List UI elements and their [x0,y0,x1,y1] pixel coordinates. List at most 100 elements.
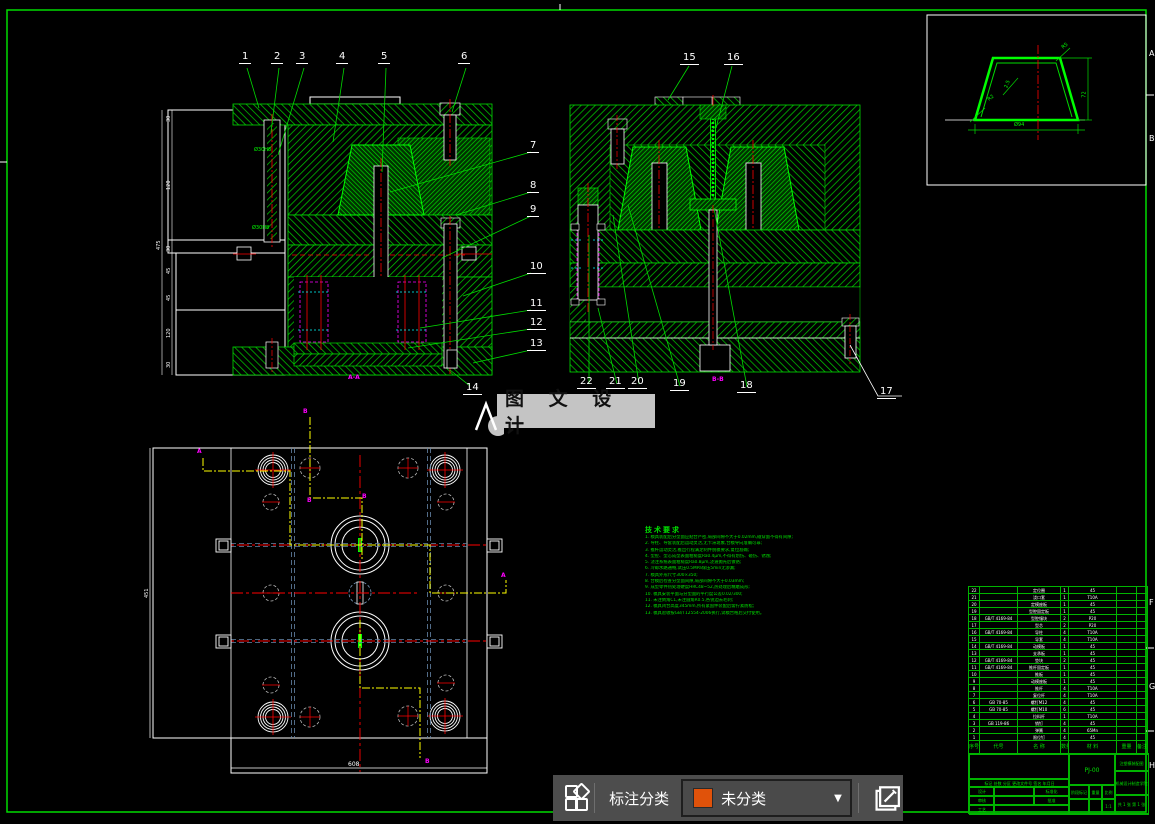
parts-list-cell [979,600,1018,608]
parts-list-cell: 定模座板 [1017,600,1061,608]
note-line: 13. 模具验收按GB/T12554-2006执行,试模合格后交付使用。 [645,610,765,616]
parts-list-cell: 9 [968,677,980,685]
parts-list-row: 2 弹簧 4 65Mn [968,726,1148,734]
callout-label: 10 [527,262,546,274]
parts-list-cell [1136,698,1148,706]
parts-list-cell [1136,607,1148,615]
parts-list-cell [1136,663,1148,671]
parts-list-cell: 11 [968,663,980,671]
zone-letter: A [1149,49,1155,58]
parts-list-cell: 45 [1068,705,1117,713]
parts-list-cell: GB/T 4169-84 [979,656,1018,664]
parts-list-cell: T10A [1068,635,1117,643]
parts-list-cell: P20 [1068,621,1117,629]
parts-list-row: 10 推板 1 45 [968,670,1148,678]
parts-list-cell [1116,586,1137,594]
category-dropdown[interactable]: 未分类 ▼ [681,779,852,817]
parts-list-cell: 型腔镶块 [1017,614,1061,622]
callout-label: 18 [737,381,756,393]
cad-canvas[interactable]: 1 2 3 4 5 6 7 8 9 10 11 12 13 14 15 16 1… [0,0,1155,824]
section-mark-b: B [307,497,312,504]
parts-list-cell: 21 [968,593,980,601]
parts-list-cell [979,684,1018,692]
parts-list-cell [1136,649,1148,657]
parts-list-row: 1 限位钉 4 45 [968,733,1148,741]
parts-list-row: 7 复位杆 4 T10A [968,691,1148,699]
parts-list-cell: P20 [1068,614,1117,622]
drawing-number: PJ-00 [1068,754,1116,786]
stage-value [1068,798,1090,815]
annotation-toolbar: 标注分类 未分类 ▼ [553,775,903,821]
parts-list-cell [1116,691,1137,699]
parts-list-cell: 4 [1060,684,1069,692]
parts-list-row: 13 支承板 1 45 [968,649,1148,657]
parts-list-cell: 45 [1068,677,1117,685]
parts-list-cell: 1 [1060,593,1069,601]
section-mark-b: B [362,493,367,500]
parts-list-cell: 45 [1068,642,1117,650]
parts-list-row: 15 导套 4 T10A [968,635,1148,643]
parts-list-cell [979,607,1018,615]
categories-icon[interactable] [565,782,591,811]
watermark-text: 图 文 设 计 [505,388,621,437]
parts-list-cell [1136,691,1148,699]
edit-annotation-icon[interactable] [873,781,903,815]
callout-label: 14 [463,383,482,395]
dim-text: 45 [166,294,172,301]
parts-list-cell: 7 [968,691,980,699]
parts-list-cell: 6 [968,698,980,706]
callout-label: 6 [458,52,471,64]
parts-list-cell: 22 [968,586,980,594]
callout-label: 11 [527,299,546,311]
parts-list-cell [979,726,1018,734]
parts-list-cell [979,712,1018,720]
fit-label: Ø30H8 [254,147,272,153]
parts-list-row: 20 定模座板 1 45 [968,600,1148,608]
parts-list-cell [1136,677,1148,685]
parts-list-cell [979,635,1018,643]
parts-list-cell: GB/T 4169-84 [979,614,1018,622]
parts-list-cell [1136,684,1148,692]
parts-list-cell [979,586,1018,594]
toolbar-divider [857,783,859,813]
parts-list-cell [1116,670,1137,678]
parts-list-cell [979,733,1018,741]
technical-notes: 技术要求 1. 模具装配后分型面应贴合严密,局部间隙不大于0.02mm,碰穿面不… [645,526,821,617]
parts-list-cell: 动模座板 [1017,677,1061,685]
parts-list-row: 19 型腔固定板 1 45 [968,607,1148,615]
parts-list-cell: T10A [1068,628,1117,636]
parts-list-cell: T10A [1068,712,1117,720]
parts-list-cell: 4 [1060,698,1069,706]
parts-list-cell: 45 [1068,698,1117,706]
parts-list-cell [1136,656,1148,664]
parts-list-cell: 4 [1060,628,1069,636]
parts-list-cell: 5 [968,705,980,713]
section-label-aa: A-A [348,374,360,381]
parts-list-row: 22 定位圈 1 45 [968,586,1148,594]
parts-list-row: 12 GB/T 4169-84 垫块 2 45 [968,656,1148,664]
parts-list-cell: T10A [1068,593,1117,601]
parts-list-header: 序号代号 名 称数量 材 料重量 备注 [968,740,1148,754]
parts-list-row: 3 GB 119-86 销钉 4 45 [968,719,1148,727]
organization: 机械设计制造学院 [1114,770,1149,796]
parts-list-cell [1116,642,1137,650]
dim-text: 30 [166,245,172,252]
parts-list-cell: 螺钉M12 [1017,698,1061,706]
parts-list-cell: 4 [1060,719,1069,727]
parts-list-cell: 20 [968,600,980,608]
parts-list-cell: 支承板 [1017,649,1061,657]
parts-list-cell: 45 [1068,607,1117,615]
parts-list-cell: GB/T 4169-84 [979,663,1018,671]
parts-list-cell: 6 [1060,705,1069,713]
parts-list-cell: 45 [1068,649,1117,657]
parts-list-cell: GB 70-85 [979,698,1018,706]
parts-list-cell: GB 119-86 [979,719,1018,727]
parts-list-cell: 2 [1060,656,1069,664]
parts-list-cell: 14 [968,642,980,650]
parts-list-cell: 13 [968,649,980,657]
revision-grid [969,754,1070,780]
parts-list-cell [979,593,1018,601]
parts-list-cell [1116,663,1137,671]
parts-list-cell: 1 [1060,607,1069,615]
parts-list-cell [1116,684,1137,692]
